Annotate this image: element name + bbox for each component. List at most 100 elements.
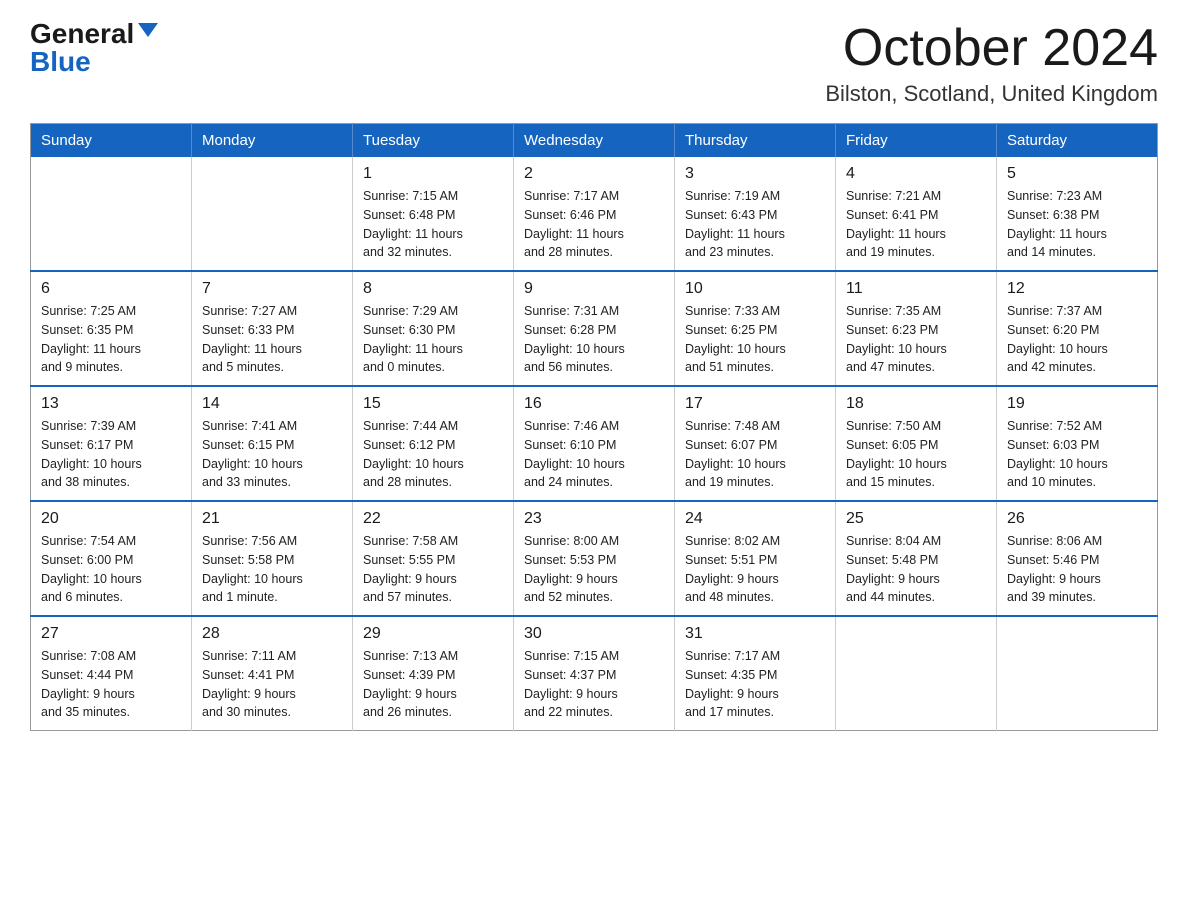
calendar-day-cell: 14 Sunrise: 7:41 AM Sunset: 6:15 PM Dayli… bbox=[192, 386, 353, 501]
day-number: 1 bbox=[363, 165, 503, 183]
day-info: Sunrise: 7:48 AM Sunset: 6:07 PM Dayligh… bbox=[685, 417, 825, 492]
day-number: 7 bbox=[202, 280, 342, 298]
calendar-day-cell: 7 Sunrise: 7:27 AM Sunset: 6:33 PM Daylig… bbox=[192, 271, 353, 386]
day-number: 3 bbox=[685, 165, 825, 183]
calendar-day-header: Tuesday bbox=[353, 124, 514, 158]
day-info: Sunrise: 8:06 AM Sunset: 5:46 PM Dayligh… bbox=[1007, 532, 1147, 607]
calendar-day-cell: 29Sunrise: 7:13 AM Sunset: 4:39 PM Dayli… bbox=[353, 616, 514, 731]
day-info: Sunrise: 7:25 AM Sunset: 6:35 PM Dayligh… bbox=[41, 302, 181, 377]
day-info: Sunrise: 7:15 AM Sunset: 4:37 PM Dayligh… bbox=[524, 647, 664, 722]
calendar-week-row: 20 Sunrise: 7:54 AM Sunset: 6:00 PM Dayli… bbox=[31, 501, 1158, 616]
day-number: 8 bbox=[363, 280, 503, 298]
calendar-day-header: Friday bbox=[836, 124, 997, 158]
day-info: Sunrise: 7:58 AM Sunset: 5:55 PM Dayligh… bbox=[363, 532, 503, 607]
day-number: 6 bbox=[41, 280, 181, 298]
calendar-day-cell bbox=[997, 616, 1158, 731]
calendar-day-header: Saturday bbox=[997, 124, 1158, 158]
day-number: 28 bbox=[202, 625, 342, 643]
calendar-day-cell: 17 Sunrise: 7:48 AM Sunset: 6:07 PM Dayli… bbox=[675, 386, 836, 501]
calendar-day-cell: 19 Sunrise: 7:52 AM Sunset: 6:03 PM Dayli… bbox=[997, 386, 1158, 501]
day-info: Sunrise: 7:46 AM Sunset: 6:10 PM Dayligh… bbox=[524, 417, 664, 492]
calendar-day-header: Monday bbox=[192, 124, 353, 158]
logo-general-text: General bbox=[30, 20, 134, 48]
calendar-day-cell: 10 Sunrise: 7:33 AM Sunset: 6:25 PM Dayli… bbox=[675, 271, 836, 386]
calendar-day-cell: 23 Sunrise: 8:00 AM Sunset: 5:53 PM Dayli… bbox=[514, 501, 675, 616]
logo-triangle-icon bbox=[138, 23, 158, 37]
calendar-day-header: Sunday bbox=[31, 124, 192, 158]
day-number: 4 bbox=[846, 165, 986, 183]
calendar-day-cell: 3 Sunrise: 7:19 AM Sunset: 6:43 PM Daylig… bbox=[675, 157, 836, 271]
day-info: Sunrise: 7:29 AM Sunset: 6:30 PM Dayligh… bbox=[363, 302, 503, 377]
calendar-day-cell: 13Sunrise: 7:39 AM Sunset: 6:17 PM Dayli… bbox=[31, 386, 192, 501]
day-number: 21 bbox=[202, 510, 342, 528]
day-number: 23 bbox=[524, 510, 664, 528]
calendar-day-cell: 21 Sunrise: 7:56 AM Sunset: 5:58 PM Dayli… bbox=[192, 501, 353, 616]
calendar-day-cell bbox=[192, 157, 353, 271]
day-info: Sunrise: 7:31 AM Sunset: 6:28 PM Dayligh… bbox=[524, 302, 664, 377]
day-number: 27 bbox=[41, 625, 181, 643]
calendar-week-row: 13Sunrise: 7:39 AM Sunset: 6:17 PM Dayli… bbox=[31, 386, 1158, 501]
calendar-day-cell: 30 Sunrise: 7:15 AM Sunset: 4:37 PM Dayli… bbox=[514, 616, 675, 731]
day-info: Sunrise: 7:21 AM Sunset: 6:41 PM Dayligh… bbox=[846, 187, 986, 262]
calendar-day-cell: 6 Sunrise: 7:25 AM Sunset: 6:35 PM Daylig… bbox=[31, 271, 192, 386]
calendar-day-cell bbox=[31, 157, 192, 271]
calendar-day-cell: 4 Sunrise: 7:21 AM Sunset: 6:41 PM Daylig… bbox=[836, 157, 997, 271]
day-number: 2 bbox=[524, 165, 664, 183]
day-info: Sunrise: 7:17 AM Sunset: 4:35 PM Dayligh… bbox=[685, 647, 825, 722]
day-info: Sunrise: 7:13 AM Sunset: 4:39 PM Dayligh… bbox=[363, 647, 503, 722]
day-number: 15 bbox=[363, 395, 503, 413]
calendar-day-cell: 9Sunrise: 7:31 AM Sunset: 6:28 PM Daylig… bbox=[514, 271, 675, 386]
day-number: 25 bbox=[846, 510, 986, 528]
day-number: 14 bbox=[202, 395, 342, 413]
calendar-day-cell: 22 Sunrise: 7:58 AM Sunset: 5:55 PM Dayli… bbox=[353, 501, 514, 616]
day-info: Sunrise: 7:11 AM Sunset: 4:41 PM Dayligh… bbox=[202, 647, 342, 722]
day-info: Sunrise: 8:04 AM Sunset: 5:48 PM Dayligh… bbox=[846, 532, 986, 607]
day-number: 18 bbox=[846, 395, 986, 413]
day-number: 20 bbox=[41, 510, 181, 528]
day-info: Sunrise: 7:15 AM Sunset: 6:48 PM Dayligh… bbox=[363, 187, 503, 262]
title-area: October 2024 Bilston, Scotland, United K… bbox=[825, 20, 1158, 107]
day-info: Sunrise: 7:23 AM Sunset: 6:38 PM Dayligh… bbox=[1007, 187, 1147, 262]
calendar-table: SundayMondayTuesdayWednesdayThursdayFrid… bbox=[30, 123, 1158, 731]
day-info: Sunrise: 7:33 AM Sunset: 6:25 PM Dayligh… bbox=[685, 302, 825, 377]
calendar-day-cell: 5 Sunrise: 7:23 AM Sunset: 6:38 PM Daylig… bbox=[997, 157, 1158, 271]
location-title: Bilston, Scotland, United Kingdom bbox=[825, 81, 1158, 107]
day-number: 19 bbox=[1007, 395, 1147, 413]
calendar-day-cell: 15Sunrise: 7:44 AM Sunset: 6:12 PM Dayli… bbox=[353, 386, 514, 501]
day-info: Sunrise: 7:17 AM Sunset: 6:46 PM Dayligh… bbox=[524, 187, 664, 262]
month-title: October 2024 bbox=[825, 20, 1158, 77]
day-info: Sunrise: 7:19 AM Sunset: 6:43 PM Dayligh… bbox=[685, 187, 825, 262]
calendar-day-cell bbox=[836, 616, 997, 731]
day-info: Sunrise: 8:02 AM Sunset: 5:51 PM Dayligh… bbox=[685, 532, 825, 607]
day-number: 30 bbox=[524, 625, 664, 643]
calendar-day-cell: 24 Sunrise: 8:02 AM Sunset: 5:51 PM Dayli… bbox=[675, 501, 836, 616]
day-info: Sunrise: 8:00 AM Sunset: 5:53 PM Dayligh… bbox=[524, 532, 664, 607]
calendar-day-cell: 26 Sunrise: 8:06 AM Sunset: 5:46 PM Dayli… bbox=[997, 501, 1158, 616]
day-info: Sunrise: 7:27 AM Sunset: 6:33 PM Dayligh… bbox=[202, 302, 342, 377]
day-number: 31 bbox=[685, 625, 825, 643]
day-info: Sunrise: 7:37 AM Sunset: 6:20 PM Dayligh… bbox=[1007, 302, 1147, 377]
day-info: Sunrise: 7:41 AM Sunset: 6:15 PM Dayligh… bbox=[202, 417, 342, 492]
page-header: General Blue October 2024 Bilston, Scotl… bbox=[30, 20, 1158, 107]
calendar-day-cell: 2 Sunrise: 7:17 AM Sunset: 6:46 PM Daylig… bbox=[514, 157, 675, 271]
calendar-day-cell: 16 Sunrise: 7:46 AM Sunset: 6:10 PM Dayli… bbox=[514, 386, 675, 501]
calendar-day-cell: 20 Sunrise: 7:54 AM Sunset: 6:00 PM Dayli… bbox=[31, 501, 192, 616]
calendar-week-row: 6 Sunrise: 7:25 AM Sunset: 6:35 PM Daylig… bbox=[31, 271, 1158, 386]
day-info: Sunrise: 7:52 AM Sunset: 6:03 PM Dayligh… bbox=[1007, 417, 1147, 492]
day-number: 24 bbox=[685, 510, 825, 528]
day-info: Sunrise: 7:56 AM Sunset: 5:58 PM Dayligh… bbox=[202, 532, 342, 607]
day-number: 22 bbox=[363, 510, 503, 528]
day-info: Sunrise: 7:39 AM Sunset: 6:17 PM Dayligh… bbox=[41, 417, 181, 492]
day-info: Sunrise: 7:54 AM Sunset: 6:00 PM Dayligh… bbox=[41, 532, 181, 607]
day-number: 26 bbox=[1007, 510, 1147, 528]
day-number: 17 bbox=[685, 395, 825, 413]
calendar-day-cell: 11Sunrise: 7:35 AM Sunset: 6:23 PM Dayli… bbox=[836, 271, 997, 386]
calendar-header-row: SundayMondayTuesdayWednesdayThursdayFrid… bbox=[31, 124, 1158, 158]
day-number: 10 bbox=[685, 280, 825, 298]
logo: General Blue bbox=[30, 20, 158, 76]
calendar-day-header: Wednesday bbox=[514, 124, 675, 158]
day-number: 16 bbox=[524, 395, 664, 413]
calendar-day-cell: 8 Sunrise: 7:29 AM Sunset: 6:30 PM Daylig… bbox=[353, 271, 514, 386]
day-number: 5 bbox=[1007, 165, 1147, 183]
calendar-day-cell: 25 Sunrise: 8:04 AM Sunset: 5:48 PM Dayli… bbox=[836, 501, 997, 616]
